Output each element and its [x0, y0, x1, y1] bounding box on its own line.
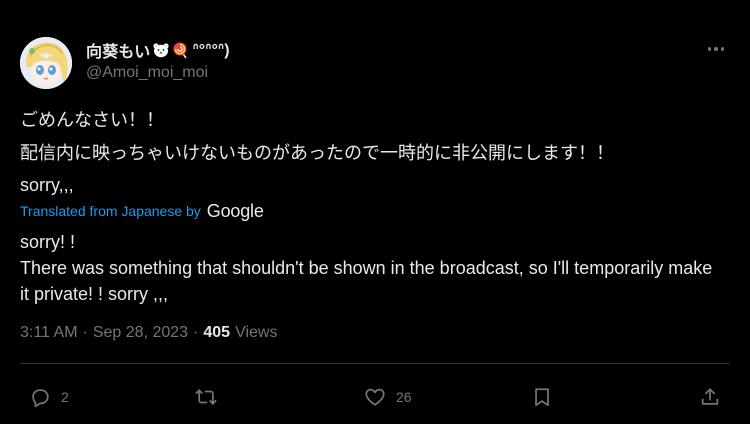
more-options-button[interactable] [700, 38, 732, 60]
heart-icon [365, 388, 385, 406]
action-bar: 2 26 [0, 378, 750, 418]
bookmark-icon [535, 388, 549, 407]
tweet: 向葵もい ᐢ°ᐢ°ᐢ) @Amoi_moi_moi ごめんなさい！！ 配信内に映… [0, 0, 750, 424]
reply-icon [32, 389, 49, 408]
more-dot-icon [707, 47, 712, 51]
post-text-line: 配信内に映っちゃいけないものがあったので一時的に非公開にします！！ [20, 143, 614, 163]
post-time[interactable]: 3:11 AM [20, 324, 78, 342]
like-count: 26 [396, 389, 412, 405]
post-text-line: ごめんなさい！！ [20, 110, 164, 130]
translation-label[interactable]: Translated from Japanese by [20, 203, 201, 219]
retweet-button[interactable] [195, 386, 227, 408]
more-dot-icon [720, 47, 725, 51]
share-button[interactable] [699, 386, 721, 408]
translation-attribution[interactable]: Translated from Japanese by Google [20, 200, 264, 222]
anime-avatar-icon [20, 37, 72, 89]
divider [20, 363, 730, 364]
avatar[interactable] [20, 37, 72, 89]
translated-text-line: sorry! ! [20, 232, 76, 252]
views-count[interactable]: 405 [203, 324, 230, 342]
retweet-icon [195, 389, 217, 405]
lollipop-emoji-icon [172, 41, 190, 59]
post-meta: 3:11 AM · Sep 28, 2023 · 405 Views [20, 324, 277, 342]
translated-text-line: There was something that shouldn't be sh… [20, 258, 713, 304]
bookmark-button[interactable] [531, 386, 553, 408]
like-button[interactable]: 26 [364, 386, 412, 408]
display-name-suffix: ᐢ°ᐢ°ᐢ) [192, 42, 230, 59]
google-logo: Google [206, 200, 264, 221]
share-icon [701, 388, 719, 405]
more-dot-icon [714, 47, 718, 51]
author-name-row[interactable]: 向葵もい ᐢ°ᐢ°ᐢ) [86, 38, 230, 62]
author-handle[interactable]: @Amoi_moi_moi [86, 64, 208, 82]
views-label: Views [235, 324, 278, 341]
post-date[interactable]: Sep 28, 2023 [93, 324, 188, 342]
post-text-line: sorry,,, [20, 175, 74, 195]
meta-separator: · [193, 324, 199, 341]
meta-separator: · [82, 324, 88, 341]
reply-count: 2 [61, 389, 69, 405]
reply-button[interactable]: 2 [29, 386, 69, 408]
display-name[interactable]: 向葵もい [86, 38, 150, 62]
polar-bear-emoji-icon [152, 41, 170, 59]
